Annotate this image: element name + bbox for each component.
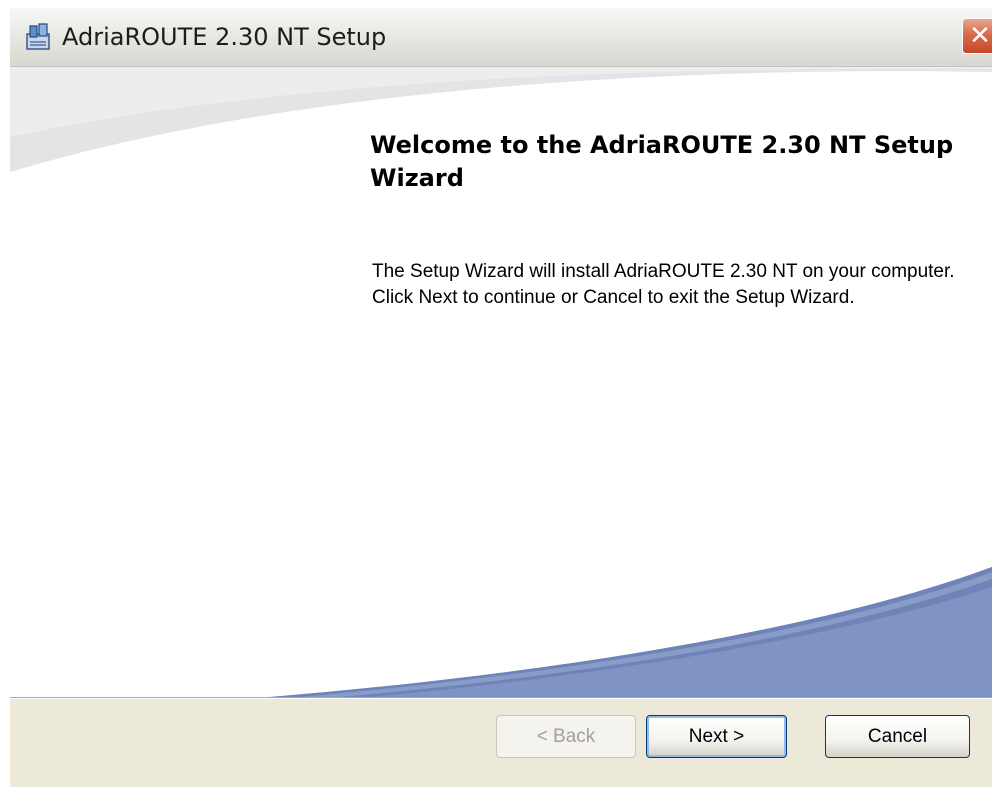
close-button[interactable]: ✕ <box>962 18 992 54</box>
wizard-heading: Welcome to the AdriaROUTE 2.30 NT Setup … <box>370 131 954 192</box>
wizard-description: The Setup Wizard will install AdriaROUTE… <box>372 261 955 308</box>
installer-icon <box>24 22 54 52</box>
window-title: AdriaROUTE 2.30 NT Setup <box>62 23 387 51</box>
back-button[interactable]: < Back <box>496 715 636 758</box>
title-bar[interactable]: AdriaROUTE 2.30 NT Setup ✕ <box>10 8 992 67</box>
cancel-button[interactable]: Cancel <box>825 715 970 758</box>
wizard-content: Welcome to the AdriaROUTE 2.30 NT Setup … <box>10 67 992 697</box>
close-icon: ✕ <box>969 21 991 51</box>
separator-line <box>10 697 992 699</box>
next-button[interactable]: Next > <box>646 715 787 758</box>
setup-window: AdriaROUTE 2.30 NT Setup ✕ Welcome to th… <box>10 8 992 787</box>
